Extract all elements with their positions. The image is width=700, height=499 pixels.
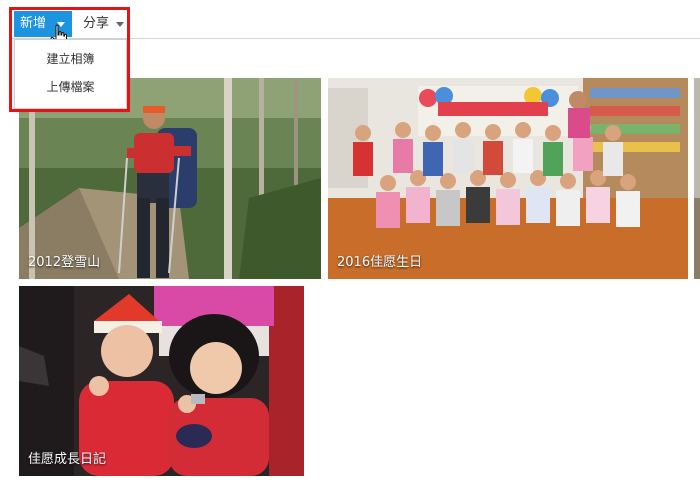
share-button[interactable]: 分享 bbox=[76, 11, 128, 37]
menu-item-create-album[interactable]: 建立相簿 bbox=[15, 46, 126, 72]
album-title: 2016佳愿生日 bbox=[337, 255, 423, 270]
toolbar: 新增 分享 bbox=[0, 0, 700, 39]
album-card[interactable]: 佳愿成長日記 bbox=[19, 286, 304, 476]
photo-partial bbox=[694, 78, 700, 279]
album-card[interactable]: 2016佳愿生日 bbox=[328, 78, 688, 279]
album-title: 佳愿成長日記 bbox=[28, 452, 107, 467]
share-button-label: 分享 bbox=[83, 16, 110, 31]
photo-classroom-group bbox=[328, 78, 688, 279]
chevron-down-icon bbox=[116, 22, 124, 27]
new-button-label: 新增 bbox=[20, 16, 47, 31]
album-title: 2012登雪山 bbox=[28, 255, 101, 270]
menu-item-upload-file[interactable]: 上傳檔案 bbox=[15, 74, 126, 100]
new-dropdown-menu: 建立相簿 上傳檔案 bbox=[14, 39, 127, 109]
album-card-partial[interactable] bbox=[694, 78, 700, 279]
